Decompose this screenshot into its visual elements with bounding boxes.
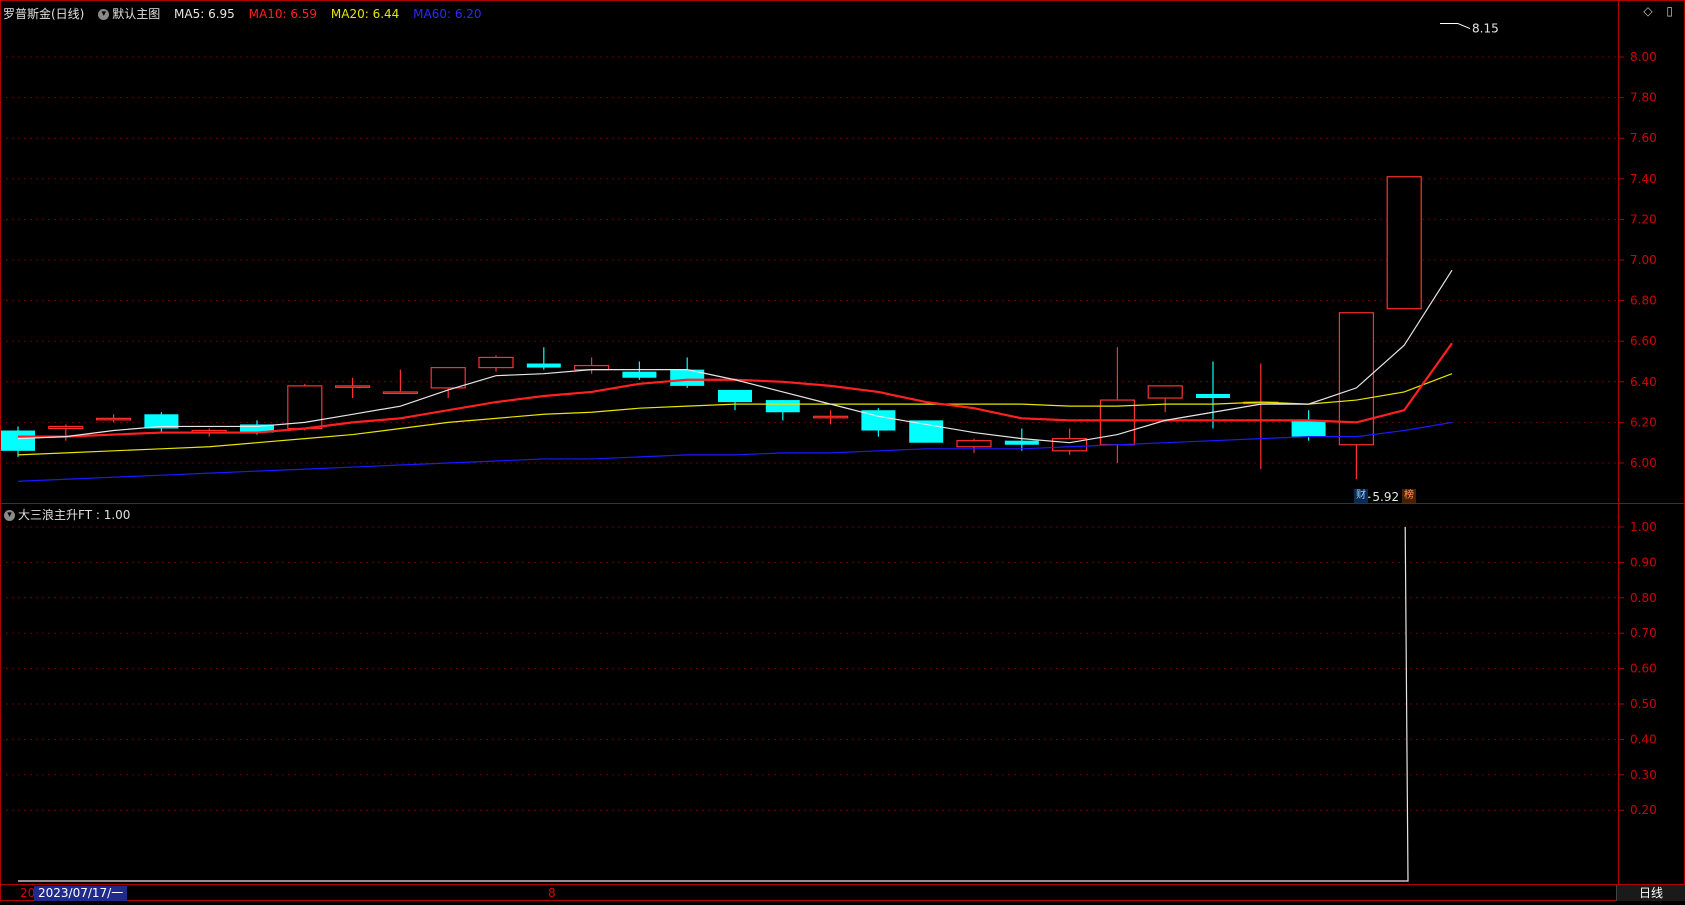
ma20-line <box>17 373 1453 456</box>
y-tick-label: 0.90 <box>1630 555 1657 569</box>
y-tick-label: 6.20 <box>1630 415 1657 429</box>
date-label[interactable]: 2023/07/17/一 <box>34 886 128 901</box>
candle-body <box>718 389 752 403</box>
candle-body <box>1291 420 1326 437</box>
y-tick-label: 0.80 <box>1630 591 1657 605</box>
ma20-label: MA20: 6.44 <box>330 7 400 21</box>
main-chart-header: 罗普斯金(日线) ▾ 默认主图 MA5: 6.95 MA10: 6.59 MA20… <box>3 5 482 22</box>
candle-body <box>812 415 849 419</box>
indicator-label[interactable]: 大三浪主升FT : 1.00 <box>18 508 130 522</box>
y-tick-label: 0.60 <box>1630 662 1657 676</box>
stock-title[interactable]: 罗普斯金(日线) <box>3 7 84 21</box>
candle-body <box>956 440 992 448</box>
y-tick-label: 0.30 <box>1630 768 1657 782</box>
y-tick-label: 8.00 <box>1630 50 1657 64</box>
candle-body <box>1099 399 1136 446</box>
candle-body <box>1338 312 1375 446</box>
window-controls: ◇ ▯ <box>1633 4 1673 18</box>
low-label: 5.92 <box>1372 490 1399 504</box>
dropdown-icon[interactable]: ▾ <box>98 9 110 20</box>
y-tick-label: 6.00 <box>1630 456 1657 470</box>
chart-canvas[interactable]: 8.00 7.80 7.60 7.40 7.20 7.00 6.80 6.60 6.40 6.20… <box>0 0 1685 901</box>
y-tick-label: 7.40 <box>1630 172 1657 186</box>
dropdown-icon[interactable]: ▾ <box>4 510 15 521</box>
candle-body <box>430 366 466 389</box>
y-tick-label: 6.40 <box>1630 375 1657 389</box>
candle-body <box>478 356 514 369</box>
diamond-icon[interactable]: ◇ <box>1643 4 1652 18</box>
expand-icon[interactable]: ▯ <box>1666 4 1673 18</box>
x-tick-label: 8 <box>548 886 556 900</box>
period-tab[interactable]: 日线 <box>1616 885 1685 901</box>
candle-body <box>1196 393 1230 399</box>
candle-body <box>1004 440 1039 445</box>
candle-body <box>573 364 610 371</box>
candle-body <box>1 430 35 451</box>
high-label: 8.15 <box>1472 22 1499 36</box>
indicator-header: ▾ 大三浪主升FT : 1.00 <box>4 506 130 523</box>
y-tick-label: 0.20 <box>1630 803 1657 817</box>
y-tick-label: 6.80 <box>1630 294 1657 308</box>
candle-body <box>526 363 561 368</box>
candle-body <box>1386 176 1422 310</box>
candle-body <box>382 391 418 395</box>
rank-marker[interactable]: 榜 <box>1402 489 1416 503</box>
candle-body <box>48 425 84 430</box>
candle-body <box>765 400 800 413</box>
y-tick-label: 7.00 <box>1630 253 1657 267</box>
candle-body <box>909 420 944 443</box>
y-tick-label: 6.60 <box>1630 334 1657 348</box>
y-tick-label: 0.40 <box>1630 732 1657 746</box>
high-arrow <box>1457 23 1471 30</box>
candle-body <box>622 371 657 378</box>
y-tick-label: 7.20 <box>1630 212 1657 226</box>
candle-body <box>335 385 371 388</box>
y-tick-label: 7.80 <box>1630 91 1657 105</box>
y-tick-label: 1.00 <box>1630 520 1657 534</box>
indicator-line <box>18 526 1409 882</box>
y-tick-label: 7.60 <box>1630 131 1657 145</box>
candle-body <box>1147 385 1183 399</box>
candle-body <box>95 417 132 421</box>
ma5-label: MA5: 6.95 <box>174 7 235 21</box>
ma10-label: MA10: 6.59 <box>248 7 318 21</box>
date-prefix: 20 <box>20 886 36 900</box>
chart-frame <box>0 0 1685 901</box>
finance-marker[interactable]: 财 <box>1354 489 1368 503</box>
y-tick-label: 0.70 <box>1630 626 1657 640</box>
ma60-line <box>17 421 1453 482</box>
stock-chart[interactable]: 8.00 7.80 7.60 7.40 7.20 7.00 6.80 6.60 6.40 6.20… <box>0 0 1685 901</box>
ma60-label: MA60: 6.20 <box>413 7 482 21</box>
template-name[interactable]: 默认主图 <box>112 7 160 21</box>
ma5-line <box>17 269 1453 444</box>
y-tick-label: 0.50 <box>1630 697 1657 711</box>
